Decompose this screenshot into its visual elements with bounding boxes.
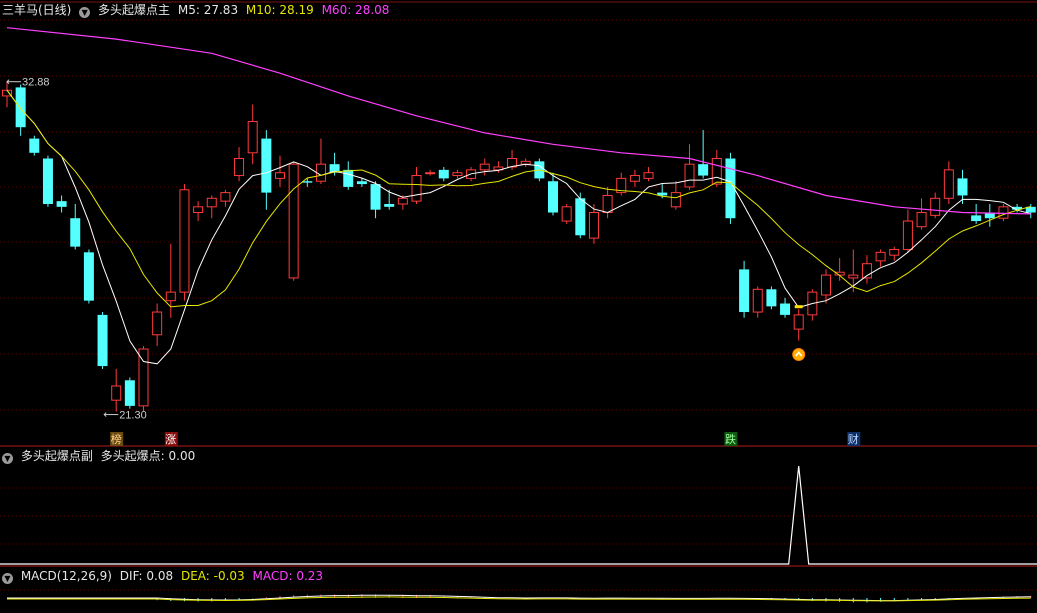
candle-body	[957, 178, 968, 196]
candle-body	[288, 163, 299, 279]
sub-indicator-value: 多头起爆点: 0.00	[100, 449, 196, 463]
macd-panel-header: ▼ MACD(12,26,9) DIF: 0.08 DEA: -0.03 MAC…	[2, 568, 327, 584]
candle-body	[179, 189, 190, 293]
candle-body	[438, 169, 449, 179]
candle-body	[711, 157, 722, 185]
candle-body	[793, 314, 804, 330]
event-marker-label: 榜	[111, 432, 122, 446]
candle-body	[425, 172, 436, 175]
candle-body	[561, 206, 572, 222]
sub-panel-header: ▼ 多头起爆点副 多头起爆点: 0.00	[2, 448, 199, 464]
chevron-down-icon[interactable]: ▼	[2, 573, 13, 584]
candle-body	[397, 197, 408, 205]
candle-body	[766, 289, 777, 307]
event-marker-label: 涨	[165, 433, 176, 446]
chevron-down-icon[interactable]: ▼	[2, 453, 13, 464]
candle-body	[629, 175, 640, 182]
ma10-value: M10: 28.19	[245, 3, 314, 17]
candle-body	[998, 206, 1009, 219]
signal-line	[0, 465, 1037, 565]
signal-tick	[794, 305, 803, 309]
candlestick-series	[2, 81, 1036, 412]
candle-body	[384, 203, 395, 207]
candle-body	[97, 314, 108, 367]
chevron-down-icon[interactable]: ▼	[79, 7, 91, 18]
candle-body	[698, 164, 709, 176]
main-indicator-name[interactable]: 多头起爆点主	[98, 3, 170, 17]
candle-body	[684, 163, 695, 188]
ma60-line	[6, 27, 1031, 215]
candle-body	[889, 248, 900, 256]
candle-body	[821, 274, 831, 296]
ma60-value: M60: 28.08	[321, 3, 390, 17]
candle-body	[206, 197, 217, 208]
macd-value: MACD: 0.23	[252, 569, 324, 583]
candle-body	[780, 303, 791, 315]
candle-body	[902, 220, 913, 250]
candle-body	[193, 206, 204, 214]
candle-body	[152, 311, 163, 336]
candle-body	[916, 212, 927, 228]
candle-body	[739, 269, 750, 313]
candle-body	[588, 212, 599, 239]
candle-body	[124, 380, 135, 406]
main-panel-header: 三羊马(日线) ▼ 多头起爆点主 M5: 27.83 M10: 28.19 M6…	[2, 2, 393, 18]
candle-body	[29, 138, 40, 153]
candle-body	[452, 172, 463, 177]
macd-indicator-name[interactable]: MACD(12,26,9)	[21, 569, 112, 583]
candle-body	[356, 181, 367, 185]
low-price-label: 21.30	[119, 410, 147, 422]
event-marker-label: 财	[848, 432, 859, 446]
macd-dif: DIF: 0.08	[119, 569, 174, 583]
high-price-label: 32.88	[22, 77, 50, 89]
stock-name: 三羊马(日线)	[2, 3, 72, 17]
candle-body	[315, 163, 326, 182]
candle-body	[848, 274, 859, 279]
macd-dif-line	[7, 594, 1031, 602]
candle-body	[602, 194, 613, 214]
sub-indicator-name[interactable]: 多头起爆点副	[21, 449, 93, 463]
candle-body	[479, 163, 490, 171]
candle-body	[83, 252, 94, 301]
candle-body	[56, 201, 67, 207]
event-marker-label: 跌	[725, 432, 736, 446]
candle-body	[234, 157, 245, 177]
candle-body	[875, 251, 886, 262]
signal-subchart	[0, 465, 1037, 565]
candle-body	[575, 198, 586, 236]
candle-body	[343, 169, 354, 187]
candle-body	[643, 172, 654, 179]
macd-dea: DEA: -0.03	[180, 569, 245, 583]
ma10-line	[6, 89, 1031, 308]
signal-up-icon	[792, 347, 806, 361]
candle-body	[111, 385, 122, 401]
ma5-value: M5: 27.83	[177, 3, 239, 17]
candle-body	[302, 181, 313, 183]
candle-body	[42, 158, 53, 204]
candle-body	[370, 184, 381, 210]
candle-body	[220, 192, 231, 202]
candle-body	[670, 192, 681, 208]
candle-body	[70, 218, 81, 247]
candle-body	[15, 87, 26, 128]
candle-body	[261, 138, 272, 193]
macd-subchart	[7, 594, 1032, 603]
candle-body	[971, 215, 982, 222]
candle-body	[411, 175, 422, 202]
candle-body	[247, 121, 258, 154]
candle-body	[930, 197, 941, 216]
candle-body	[165, 291, 176, 302]
candle-body	[548, 181, 558, 213]
grid-lines	[0, 1, 1037, 591]
candle-body	[275, 172, 285, 179]
candle-body	[752, 288, 763, 313]
stock-chart: 32.88 21.30 榜 涨 跌 财	[0, 1, 1037, 603]
candle-body	[943, 169, 954, 199]
